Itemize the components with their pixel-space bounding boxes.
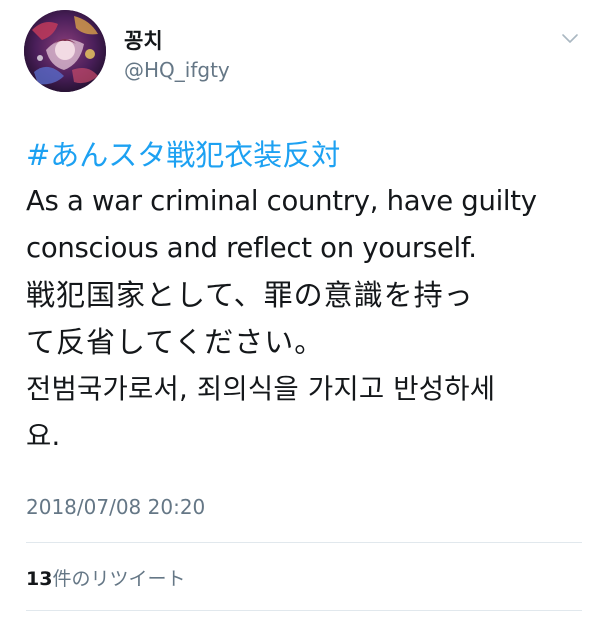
- user-handle[interactable]: @HQ_ifgty: [124, 58, 230, 82]
- tweet-timestamp[interactable]: 2018/07/08 20:20: [26, 495, 205, 519]
- hashtag-link[interactable]: #あんスタ戦犯衣装反対: [26, 132, 582, 178]
- tweet-text-line: 전범국가로서, 죄의식을 가지고 반성하세: [26, 373, 496, 405]
- tweet-text-line: て反省してください。: [26, 325, 325, 359]
- retweet-stats[interactable]: 13件のリツイート: [26, 564, 185, 591]
- tweet-header: 꽁치 @HQ_ifgty: [24, 10, 584, 96]
- tweet-text-line: 戦犯国家として、罪の意識を持っ: [26, 278, 474, 312]
- retweet-count: 13: [26, 568, 53, 590]
- tweet-text-line: As a war criminal country, have guilty: [26, 185, 537, 217]
- avatar[interactable]: [24, 10, 106, 92]
- tweet-card: 꽁치 @HQ_ifgty #あんスタ戦犯衣装反対 As a war crimin…: [0, 0, 600, 618]
- chevron-down-icon[interactable]: [558, 26, 582, 50]
- divider: [26, 542, 582, 543]
- tweet-text: #あんスタ戦犯衣装反対 As a war criminal country, h…: [26, 132, 582, 460]
- divider: [26, 610, 582, 611]
- tweet-text-line: conscious and reflect on yourself.: [26, 232, 477, 264]
- display-name[interactable]: 꽁치: [124, 25, 163, 55]
- retweet-label: 件のリツイート: [52, 568, 186, 590]
- tweet-text-line: 요.: [26, 420, 61, 452]
